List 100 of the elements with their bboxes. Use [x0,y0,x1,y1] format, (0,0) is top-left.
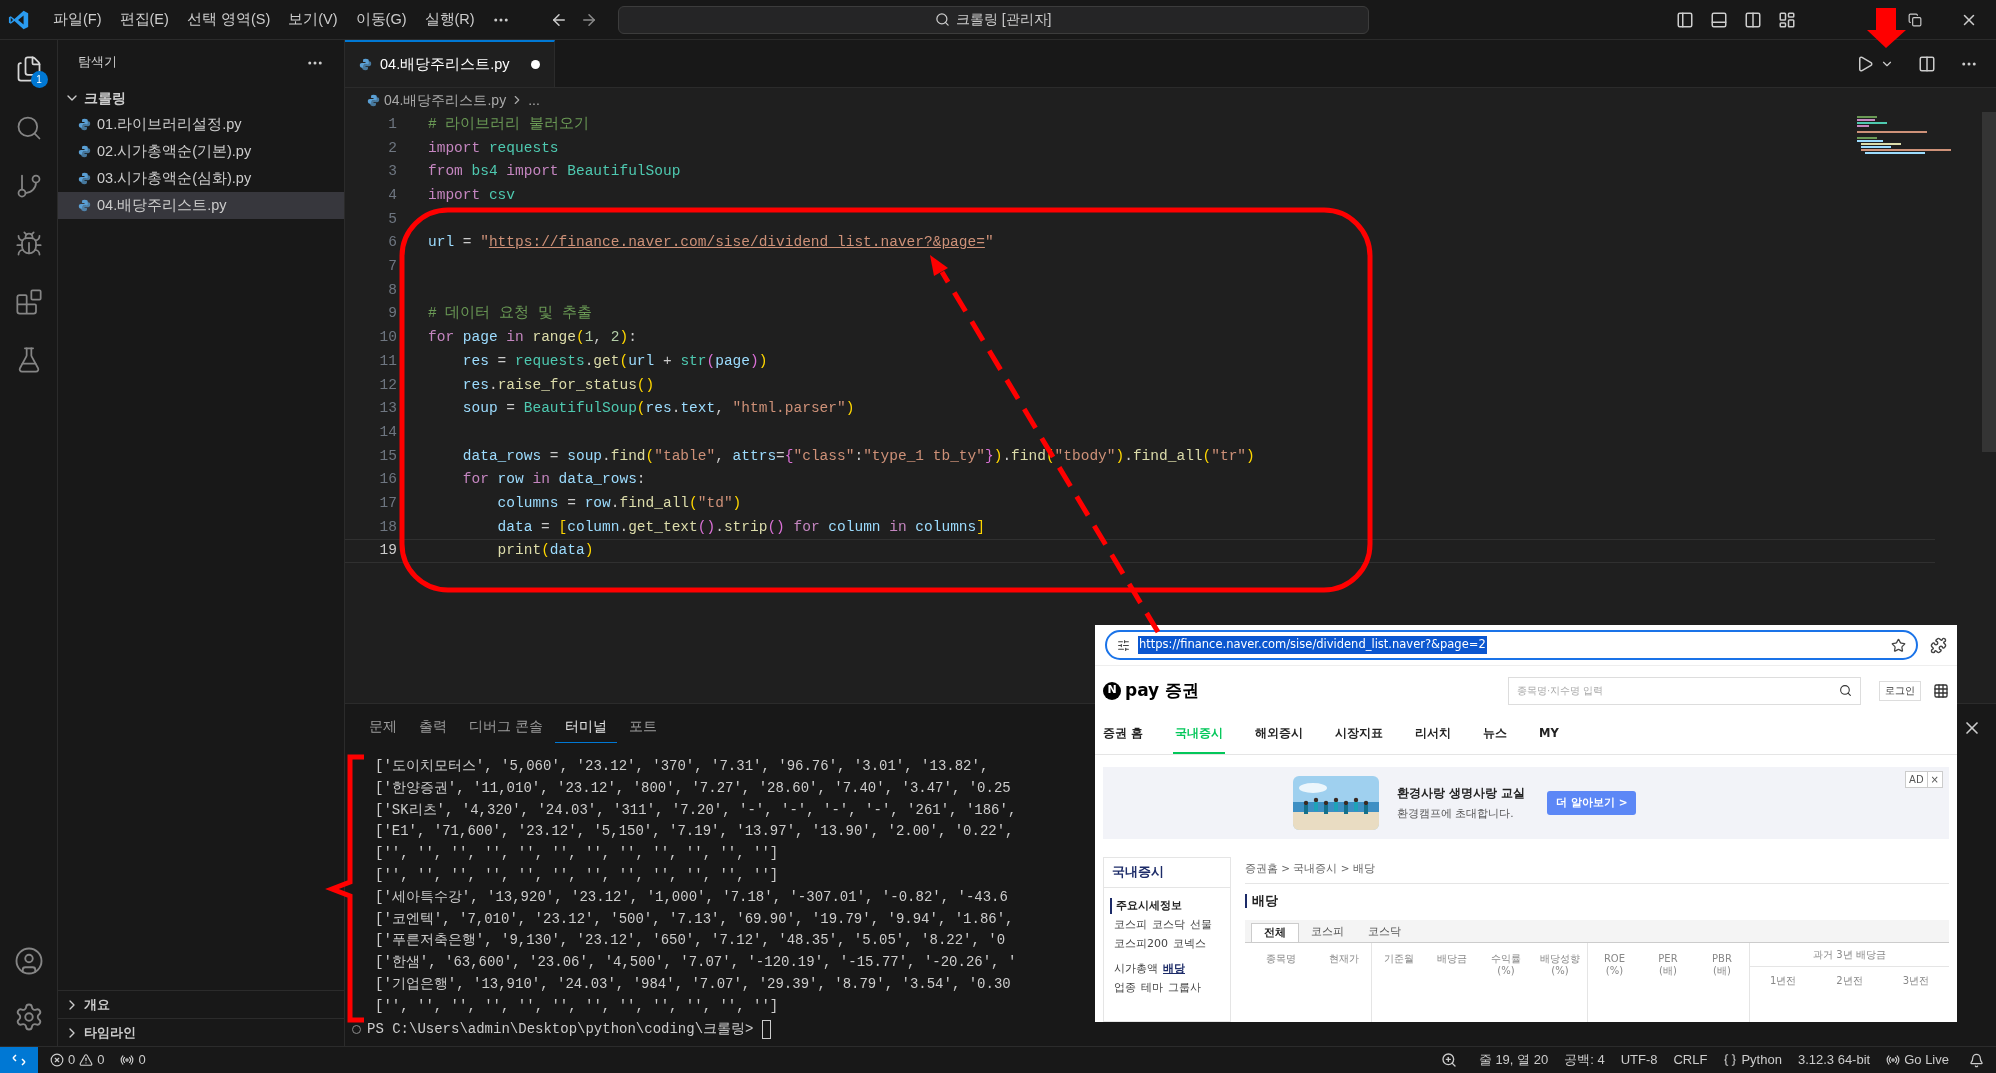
split-editor-icon[interactable] [1918,54,1936,73]
menu-item[interactable]: 이동(G) [346,4,416,35]
code-line: # 라이브러리 불러오기 [428,114,590,134]
market-tab[interactable]: 코스피 [1299,922,1356,942]
line-number: 4 [387,186,397,206]
terminal-prompt: PS C:\Users\admin\Desktop\python\coding\크롤링> [367,1020,755,1040]
nav-tab[interactable]: MY [1537,715,1561,754]
notification-badge: 1 [30,71,48,88]
remote-icon [11,1052,27,1068]
page-heading: 배당 [1245,893,1949,908]
python-file-icon [78,172,91,185]
toggle-panel-icon[interactable] [1710,10,1728,29]
terminal-line: ['기업은행', '13,910', '24.03', '984', '7.07', '29.39', '8.79', '3.54', '0.30 [374,974,1011,994]
restore-icon[interactable] [1908,12,1922,27]
ports-status[interactable]: 0 [112,1047,154,1073]
file-item[interactable]: 02.시가총액순(기본).py [58,138,344,165]
live-server-button[interactable]: Go Live [1878,1047,1957,1073]
breadcrumb-item[interactable]: 04.배당주리스트.py [384,89,507,111]
terminal-line: ['', '', '', '', '', '', '', '', '', '', '', ''] [374,866,779,885]
terminal-line: ['한샘', '63,600', '23.06', '4,500', '7.07', '-120.19', '-15.77', '-20.26', ' [374,953,1017,973]
layout-icon[interactable] [1778,10,1796,29]
side-menu-link[interactable]: 배당 [1163,960,1185,978]
menu-item[interactable]: 선택 영역(S) [177,4,280,35]
terminal-line: ['세아특수강', '13,920', '23.12', '1,000', '7.18', '-307.01', '-0.82', '-43.6 [374,887,1008,907]
side-menu-title: 국내증시 [1104,858,1230,888]
code-line: for row in data_rows: [461,470,646,490]
section-header[interactable]: 개요 [58,990,344,1018]
toggle-sidebar-icon[interactable] [1676,10,1694,29]
line-ending-status[interactable]: CRLF [1665,1047,1716,1073]
file-item[interactable]: 04.배당주리스트.py [58,192,344,219]
table-header: 기준월 [1371,942,1425,1022]
indentation-status[interactable]: 공백: 4 [1556,1047,1613,1073]
line-number: 3 [387,162,397,182]
down-arrow [1867,8,1906,48]
file-item[interactable]: 01.라이브러리설정.py [58,111,344,138]
sidebar-title: 탐색기 [78,54,117,72]
breadcrumb-item[interactable]: ... [528,89,540,111]
code-line: columns = row.find_all("td") [496,493,742,513]
side-menu-link[interactable]: 그룹사 [1168,980,1201,997]
nav-tab[interactable]: 해외증시 [1253,715,1305,754]
menu-item[interactable]: 실행(R) [415,4,484,35]
nav-tab[interactable]: 증권 홈 [1101,715,1145,754]
nav-tab[interactable]: 뉴스 [1481,715,1509,754]
menu-item[interactable]: 편집(E) [110,4,178,35]
nav-tab[interactable]: 리서치 [1413,715,1453,754]
broadcast-icon [120,1053,135,1067]
broadcast-icon [1886,1053,1901,1067]
account-icon[interactable] [13,946,44,976]
interpreter-status[interactable]: 3.12.3 64-bit [1789,1047,1879,1073]
extensions-icon[interactable] [14,288,43,316]
code-line: res.raise_for_status() [461,375,655,395]
site-info-icon[interactable] [1117,638,1130,652]
address-bar[interactable]: https://finance.naver.com/sise/dividend_list.naver?&page=2 [1105,630,1918,660]
extensions-icon[interactable] [1930,636,1947,654]
side-menu-link[interactable]: 테마 [1141,980,1163,997]
toggle-secondary-sidebar-icon[interactable] [1744,10,1762,29]
ad-close-button[interactable]: × [1926,772,1942,787]
side-menu-link[interactable]: 코스피 [1114,916,1147,934]
market-tab[interactable]: 전체 [1251,922,1299,942]
panel-tab[interactable]: 디버그 콘솔 [459,713,553,743]
table-header: 종목명 [1265,951,1297,966]
language-mode[interactable]: Python [1715,1047,1790,1073]
search-icon[interactable] [1839,684,1852,697]
ad-title: 환경사랑 생명사랑 교실 [1397,785,1526,803]
nav-tab[interactable]: 시장지표 [1333,715,1385,754]
panel-tab[interactable]: 문제 [359,713,407,743]
zoom-icon[interactable] [1440,1052,1457,1068]
panel-tab[interactable]: 출력 [409,713,457,743]
encoding-status[interactable]: UTF-8 [1612,1047,1666,1073]
bookmark-star-icon[interactable] [1891,637,1906,653]
code-line: res = requests.get(url + str(page)) [461,351,768,371]
market-tab[interactable]: 코스닥 [1356,922,1413,942]
file-item[interactable]: 03.시가총액순(심화).py [58,165,344,192]
side-menu-link[interactable]: 코넥스 [1173,936,1206,953]
side-menu-link[interactable]: 업종 [1114,980,1136,997]
line-number: 17 [378,493,397,513]
menu-item[interactable]: 파일(F) [44,4,111,35]
side-menu-link[interactable]: 시가총액 [1114,960,1158,978]
side-menu-link[interactable]: 코스피200 [1114,936,1168,953]
table-header: PBR (배) [1711,951,1733,978]
folder-item[interactable]: 크롤링 [58,85,344,111]
menu-grid-icon[interactable] [1933,682,1949,699]
run-icon[interactable] [1856,54,1874,73]
code-line: data = [column.get_text().strip() for column in columns] [496,517,985,537]
side-menu-link[interactable]: 선물 [1190,916,1212,934]
panel-tab[interactable]: 포트 [618,713,667,743]
table-header: 3년전 [1901,973,1930,988]
terminal-line: ['', '', '', '', '', '', '', '', '', '', '', ''] [374,996,779,1016]
terminal-cursor [761,1020,771,1040]
command-center[interactable]: 크롤링 [관리자] [617,5,1369,34]
table-header: 현재가 [1328,951,1360,966]
problems-status[interactable]: 0 0 [42,1047,113,1073]
line-number: 16 [378,470,397,490]
cursor-position[interactable]: 줄 19, 열 20 [1470,1047,1557,1073]
notifications-icon[interactable] [1969,1052,1984,1068]
panel-tab[interactable]: 터미널 [554,713,617,743]
editor-tab[interactable]: 04.배당주리스트.py [345,40,555,87]
menu-item[interactable]: 보기(V) [279,4,347,35]
side-menu-link[interactable]: 코스닥 [1152,916,1185,934]
login-button[interactable]: 로그인 [1879,680,1921,701]
